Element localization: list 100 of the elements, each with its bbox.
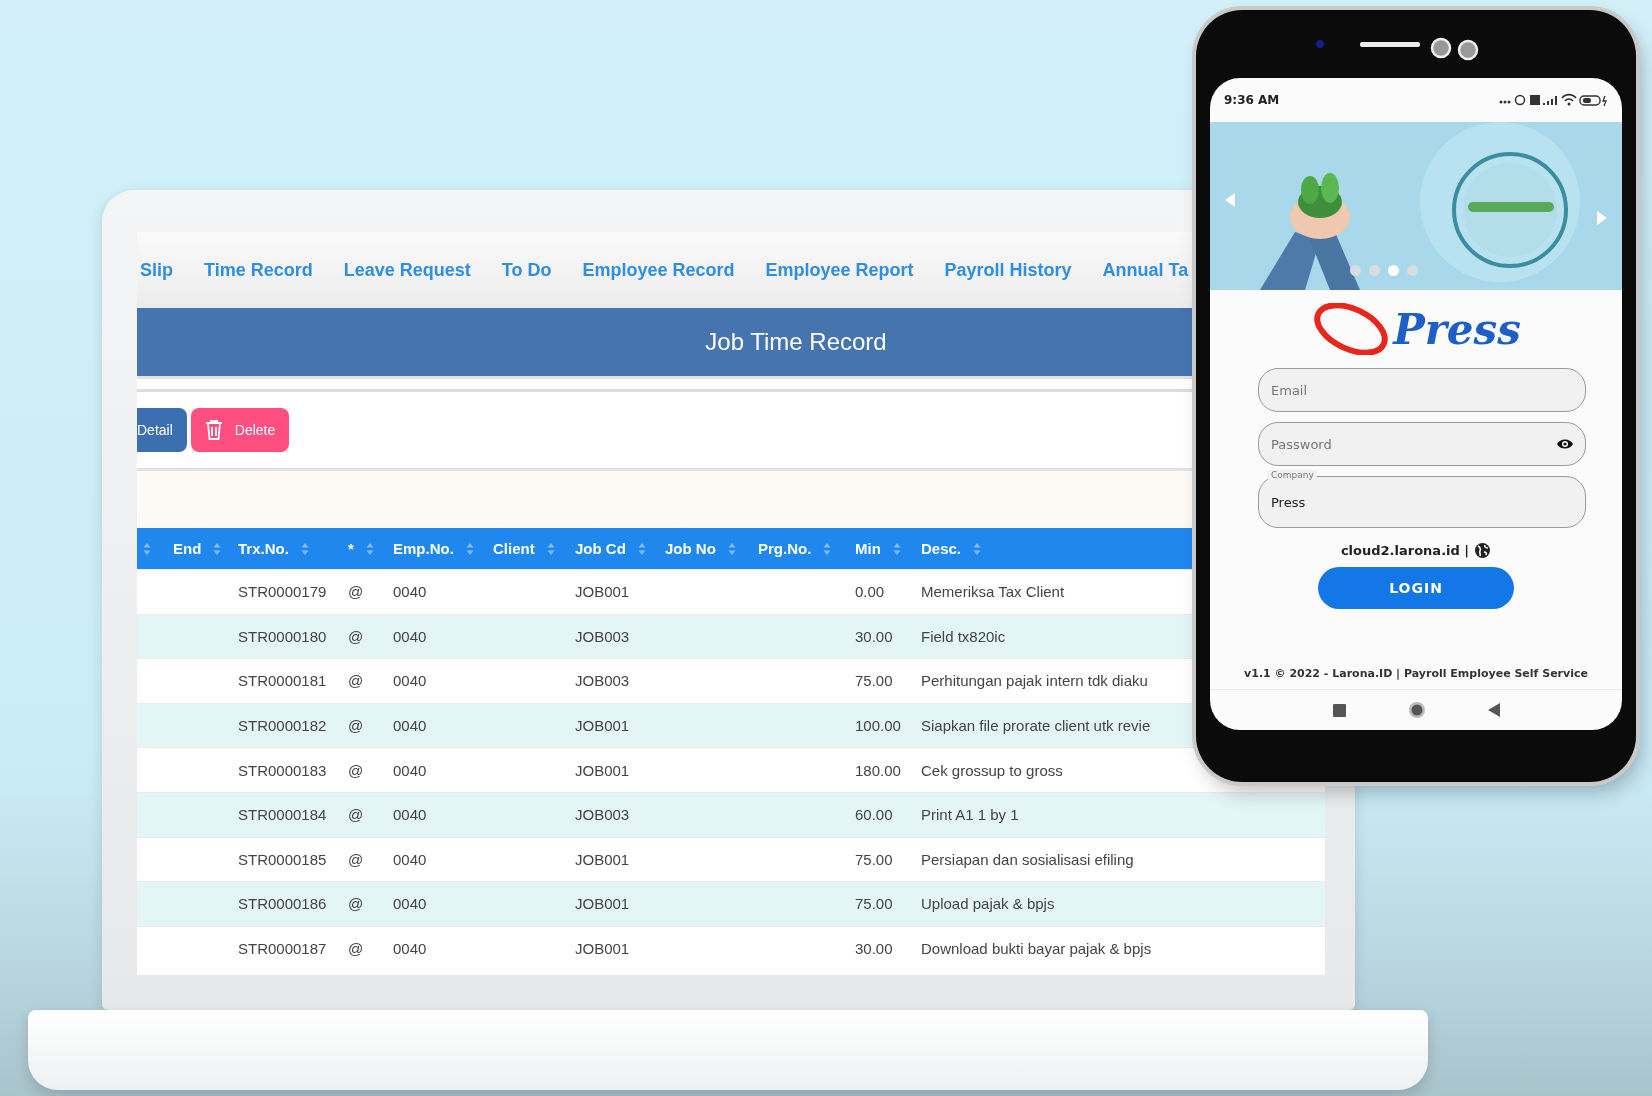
table-cell: Cek grossup to gross	[921, 761, 1063, 779]
table-cell: STR0000185	[238, 850, 327, 868]
table-cell: JOB003	[575, 806, 630, 824]
square-nav-icon[interactable]	[1332, 703, 1346, 717]
page-title: Job Time Record	[705, 328, 887, 356]
table-cell: @	[348, 627, 364, 645]
eye-icon[interactable]	[1556, 438, 1574, 450]
table-cell: JOB003	[575, 627, 630, 645]
carousel-dot[interactable]	[1369, 265, 1380, 276]
next-arrow-icon[interactable]	[1596, 210, 1608, 226]
logo-text: Press	[1393, 304, 1521, 354]
table-cell: STR0000184	[238, 806, 327, 824]
sort-icon[interactable]	[213, 541, 222, 556]
table-cell: 75.00	[855, 895, 893, 913]
table-cell: 0040	[393, 761, 427, 779]
table-cell: 0040	[393, 627, 427, 645]
table-cell: @	[348, 583, 364, 601]
carousel-dot[interactable]	[1350, 265, 1361, 276]
email-field[interactable]: Email	[1258, 368, 1586, 412]
login-button[interactable]: LOGIN	[1318, 567, 1514, 609]
table-cell: Upload pajak & bpjs	[921, 895, 1055, 913]
nav-tab[interactable]: Employee Report	[765, 259, 914, 281]
table-cell: @	[348, 717, 364, 735]
trash-icon	[204, 419, 223, 441]
sort-icon[interactable]	[465, 541, 474, 556]
table-cell: 180.00	[855, 761, 901, 779]
field-label: Company	[1268, 470, 1317, 481]
table-cell: @	[348, 895, 364, 913]
previous-arrow-icon[interactable]	[1224, 192, 1236, 208]
column-header[interactable]: Job No	[665, 540, 716, 557]
column-header[interactable]: End	[173, 540, 202, 557]
server-address[interactable]: cloud2.larona.id |	[1340, 543, 1470, 558]
sort-icon[interactable]	[365, 541, 374, 556]
table-cell: STR0000183	[238, 761, 327, 779]
nav-tab[interactable]: Slip	[140, 259, 173, 281]
footer-text: v1.1 © 2022 - Larona.ID | Payroll Employee Self Service	[1210, 667, 1622, 690]
table-cell: 60.00	[855, 806, 893, 824]
table-cell: JOB001	[575, 850, 630, 868]
sort-icon[interactable]	[637, 541, 646, 556]
nav-tab[interactable]: Payroll History	[944, 259, 1072, 281]
table-cell: Field tx820ic	[921, 627, 1006, 645]
carousel-dot[interactable]	[1407, 265, 1418, 276]
sort-icon[interactable]	[823, 541, 832, 556]
table-cell: @	[348, 850, 364, 868]
table-cell: 0.00	[855, 583, 885, 601]
table-cell: JOB001	[575, 940, 630, 958]
table-cell: 0040	[393, 895, 427, 913]
home-circle-icon[interactable]	[1407, 701, 1426, 719]
table-cell: JOB001	[575, 895, 630, 913]
nav-tab[interactable]: Leave Request	[343, 259, 471, 281]
carousel-dot[interactable]	[1388, 265, 1399, 276]
nav-tab[interactable]: Time Record	[204, 259, 313, 281]
table-cell: JOB001	[575, 717, 630, 735]
table-cell: 0040	[393, 850, 427, 868]
nav-tab[interactable]: Annual Ta	[1102, 259, 1189, 281]
table-cell: JOB003	[575, 672, 630, 690]
column-header[interactable]: *	[348, 540, 354, 557]
status-time: 9:36 AM	[1224, 93, 1280, 107]
table-cell: Siapkan file prorate client utk revie	[921, 717, 1151, 735]
column-header[interactable]: Job Cd	[575, 540, 626, 557]
column-header[interactable]: Emp.No.	[393, 540, 454, 557]
table-cell: JOB001	[575, 583, 630, 601]
delete-button[interactable]: Delete	[190, 408, 290, 452]
table-cell: 100.00	[855, 717, 901, 735]
table-cell: STR0000186	[238, 895, 327, 913]
back-triangle-icon[interactable]	[1487, 703, 1500, 717]
column-header[interactable]: Desc.	[921, 540, 962, 557]
sort-icon[interactable]	[546, 541, 555, 556]
table-cell: 0040	[393, 583, 427, 601]
detail-button[interactable]: Detail	[137, 408, 187, 452]
table-cell: STR0000180	[238, 627, 327, 645]
table-cell: 30.00	[855, 627, 893, 645]
table-cell: Download bukti bayar pajak & bpjs	[921, 940, 1152, 958]
column-header[interactable]: Trx.No.	[238, 540, 289, 557]
password-field[interactable]: Password	[1258, 422, 1586, 466]
table-cell: JOB001	[575, 761, 630, 779]
table-cell: Persiapan dan sosialisasi efiling	[921, 850, 1134, 868]
table-cell: Perhitungan pajak intern tdk diaku	[921, 672, 1148, 690]
sort-icon[interactable]	[143, 541, 151, 556]
table-cell: 0040	[393, 717, 427, 735]
table-cell: 30.00	[855, 940, 893, 958]
table-cell: @	[348, 761, 364, 779]
sort-icon[interactable]	[727, 541, 736, 556]
table-cell: @	[348, 806, 364, 824]
table-cell: STR0000181	[238, 672, 327, 690]
sort-icon[interactable]	[973, 541, 982, 556]
globe-icon[interactable]	[1474, 542, 1492, 559]
sort-icon[interactable]	[892, 541, 901, 556]
table-cell: 0040	[393, 672, 427, 690]
sort-icon[interactable]	[300, 541, 309, 556]
nav-tab[interactable]: Employee Record	[582, 259, 735, 281]
column-header[interactable]: Client	[493, 540, 535, 557]
nav-tab[interactable]: To Do	[501, 259, 552, 281]
column-header[interactable]: Min	[855, 540, 881, 557]
table-cell: 75.00	[855, 672, 893, 690]
table-cell: @	[348, 672, 364, 690]
table-cell: Memeriksa Tax Client	[921, 583, 1065, 601]
table-cell: 0040	[393, 940, 427, 958]
column-header[interactable]: Prg.No.	[758, 540, 812, 557]
table-cell: @	[348, 940, 364, 958]
